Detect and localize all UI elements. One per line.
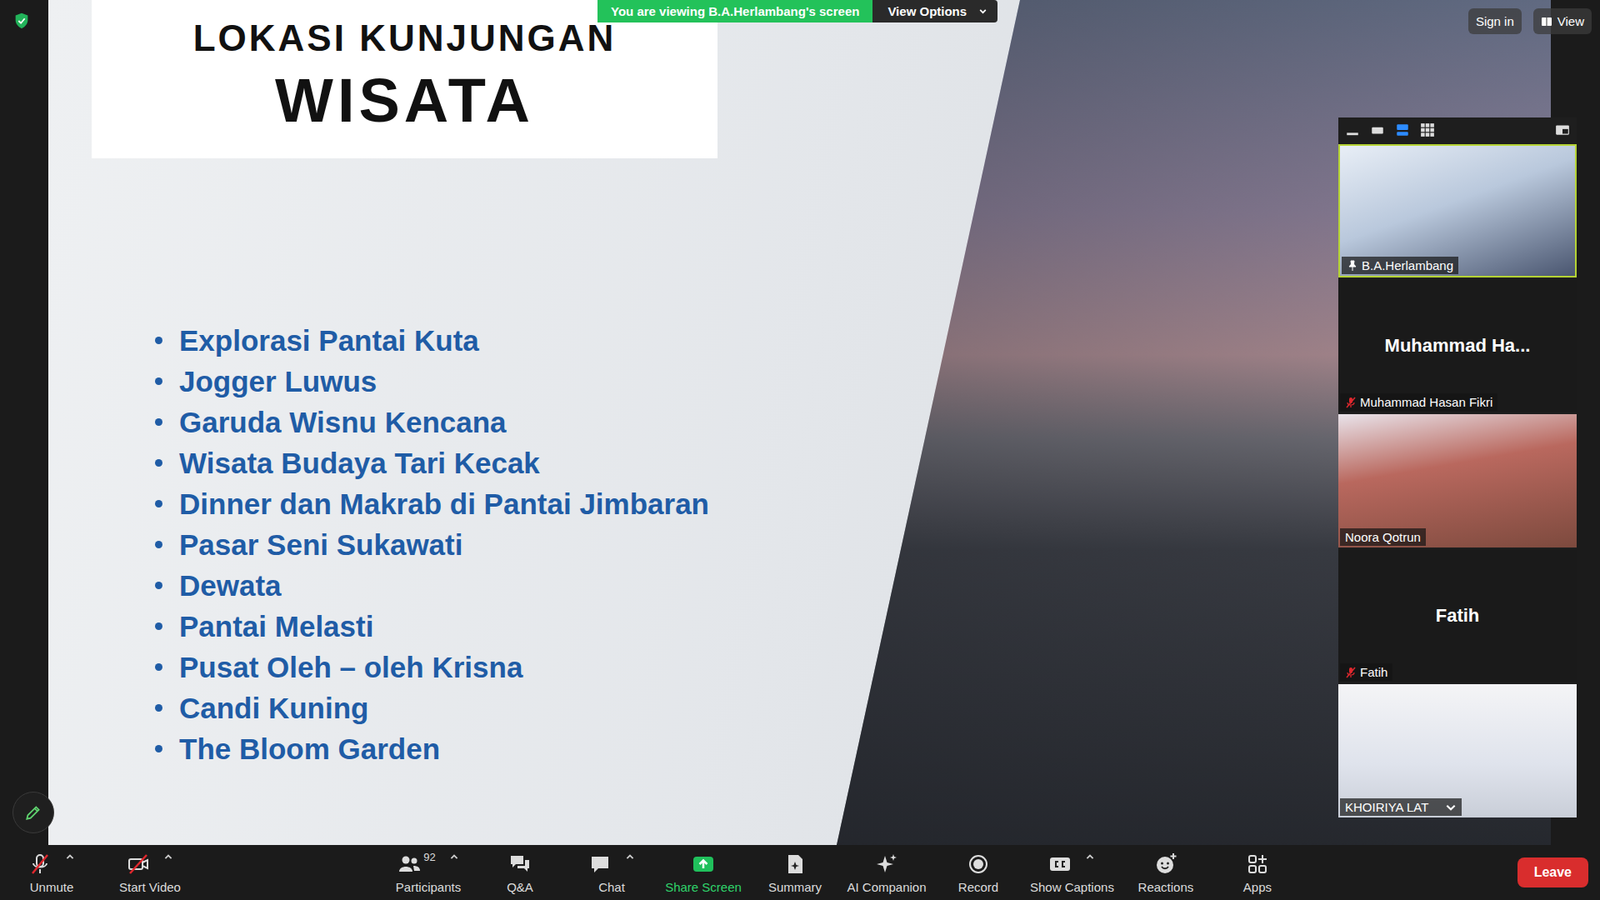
bullet-icon <box>155 500 163 508</box>
view-options-button[interactable]: View Options <box>872 0 998 23</box>
toolbar-button[interactable]: Record <box>935 850 1022 895</box>
view-mode-button[interactable] <box>1420 122 1435 138</box>
bullet-icon <box>155 581 163 590</box>
pop-out-icon[interactable] <box>1555 122 1570 138</box>
participant-tile[interactable]: Fatih Fatih <box>1338 549 1577 683</box>
minimize-icon <box>1345 122 1360 138</box>
slide-subtitle: WISATA <box>91 64 718 139</box>
toolbar-button[interactable]: Chat <box>568 850 655 895</box>
bullet-icon <box>155 745 163 753</box>
participants-icon <box>397 852 421 876</box>
top-right-actions: Sign in View <box>1468 8 1592 35</box>
ai-sparkle-icon <box>875 852 899 876</box>
toolbar-button[interactable]: Share Screen <box>660 850 747 895</box>
caret-up-icon[interactable] <box>1085 852 1095 863</box>
slide-title: LOKASI KUNJUNGAN <box>91 16 718 61</box>
pencil-icon <box>24 803 43 822</box>
participant-label: Fatih <box>1340 663 1393 681</box>
viewing-banner: You are viewing B.A.Herlambang's screenV… <box>597 0 998 23</box>
apps-icon <box>1245 852 1270 876</box>
top-action-button[interactable]: View <box>1533 8 1592 35</box>
left-gutter <box>0 0 49 845</box>
microphone-icon <box>28 852 52 876</box>
toolbar-button[interactable]: Q&A <box>476 850 564 895</box>
toolbar-button[interactable]: Reactions <box>1122 850 1210 895</box>
pin-icon <box>1346 260 1359 272</box>
speaker-view-icon <box>1395 122 1410 138</box>
share-screen-icon <box>691 852 715 876</box>
view-grid-icon <box>1540 15 1553 28</box>
shared-screen: LOKASI KUNJUNGANWISATA Explorasi Pantai K… <box>48 0 1551 845</box>
expand-chevron-icon[interactable] <box>1445 801 1457 814</box>
bullet-icon <box>155 459 163 467</box>
captions-icon <box>1048 852 1072 876</box>
camera-icon <box>126 852 150 876</box>
record-icon <box>966 852 990 876</box>
thumbnail-icon <box>1370 122 1385 138</box>
participant-label: Muhammad Hasan Fikri <box>1340 393 1498 411</box>
view-mode-button[interactable] <box>1370 122 1385 138</box>
caret-up-icon[interactable] <box>449 852 460 863</box>
toolbar-button[interactable]: Start Video <box>106 850 194 895</box>
top-action-button[interactable]: Sign in <box>1468 8 1522 35</box>
meeting-toolbar: UnmuteStart Video92ParticipantsQ&AChatSh… <box>0 845 1600 900</box>
muted-mic-icon <box>1345 666 1357 679</box>
participant-tile[interactable]: KHOIRIYA LAT <box>1338 684 1577 818</box>
participant-tile[interactable]: Muhammad Ha... Muhammad Hasan Fikri <box>1338 279 1577 413</box>
annotate-button[interactable] <box>12 791 55 834</box>
reactions-icon <box>1154 852 1178 876</box>
participant-label: B.A.Herlambang <box>1341 256 1459 275</box>
participant-display-name: Muhammad Ha... <box>1376 335 1540 357</box>
participant-label: Noora Qotrun <box>1340 528 1426 546</box>
toolbar-button[interactable]: Apps <box>1214 850 1301 895</box>
toolbar-button[interactable]: 92Participants <box>385 850 472 895</box>
participant-tile[interactable]: Noora Qotrun <box>1338 414 1577 548</box>
gallery-view-icon <box>1420 122 1435 138</box>
participant-label: KHOIRIYA LAT <box>1340 798 1462 816</box>
caret-up-icon[interactable] <box>163 852 174 863</box>
bullet-icon <box>155 540 163 549</box>
leave-button[interactable]: Leave <box>1517 857 1589 888</box>
bullet-icon <box>155 377 163 385</box>
summary-icon <box>783 852 807 876</box>
slide: LOKASI KUNJUNGANWISATA Explorasi Pantai K… <box>48 0 1551 770</box>
bullet-icon <box>155 704 163 712</box>
participant-tile[interactable]: B.A.Herlambang <box>1338 144 1577 278</box>
caret-up-icon[interactable] <box>65 852 75 863</box>
participant-count: 92 <box>423 850 435 864</box>
caret-up-icon[interactable] <box>625 852 635 863</box>
toolbar-button[interactable]: Summary <box>751 850 839 895</box>
toolbar-button[interactable]: Unmute <box>8 850 95 895</box>
toolbar-button[interactable]: Show Captions <box>1026 850 1118 895</box>
view-mode-button[interactable] <box>1395 122 1410 138</box>
bullet-icon <box>155 622 163 630</box>
chat-icon <box>588 852 612 876</box>
chevron-down-icon <box>978 6 988 16</box>
qa-icon <box>508 852 532 876</box>
bullet-icon <box>155 418 163 426</box>
muted-mic-icon <box>1345 396 1357 409</box>
panel-header <box>1338 117 1577 143</box>
place-list: Explorasi Pantai KutaJogger LuwusGaruda … <box>48 320 1551 770</box>
bullet-icon <box>155 336 163 345</box>
view-mode-button[interactable] <box>1345 122 1360 138</box>
participant-video-panel: B.A.Herlambang Muhammad Ha... Muhammad Has… <box>1338 117 1577 818</box>
encryption-shield-icon[interactable] <box>12 11 31 30</box>
toolbar-button[interactable]: AI Companion <box>843 850 930 895</box>
bullet-icon <box>155 663 163 671</box>
participant-display-name: Fatih <box>1427 605 1489 627</box>
zoom-meeting-window: LOKASI KUNJUNGANWISATA Explorasi Pantai K… <box>0 0 1600 900</box>
viewing-notice: You are viewing B.A.Herlambang's screen <box>597 0 873 23</box>
slide-title-box: LOKASI KUNJUNGANWISATA <box>91 0 718 159</box>
